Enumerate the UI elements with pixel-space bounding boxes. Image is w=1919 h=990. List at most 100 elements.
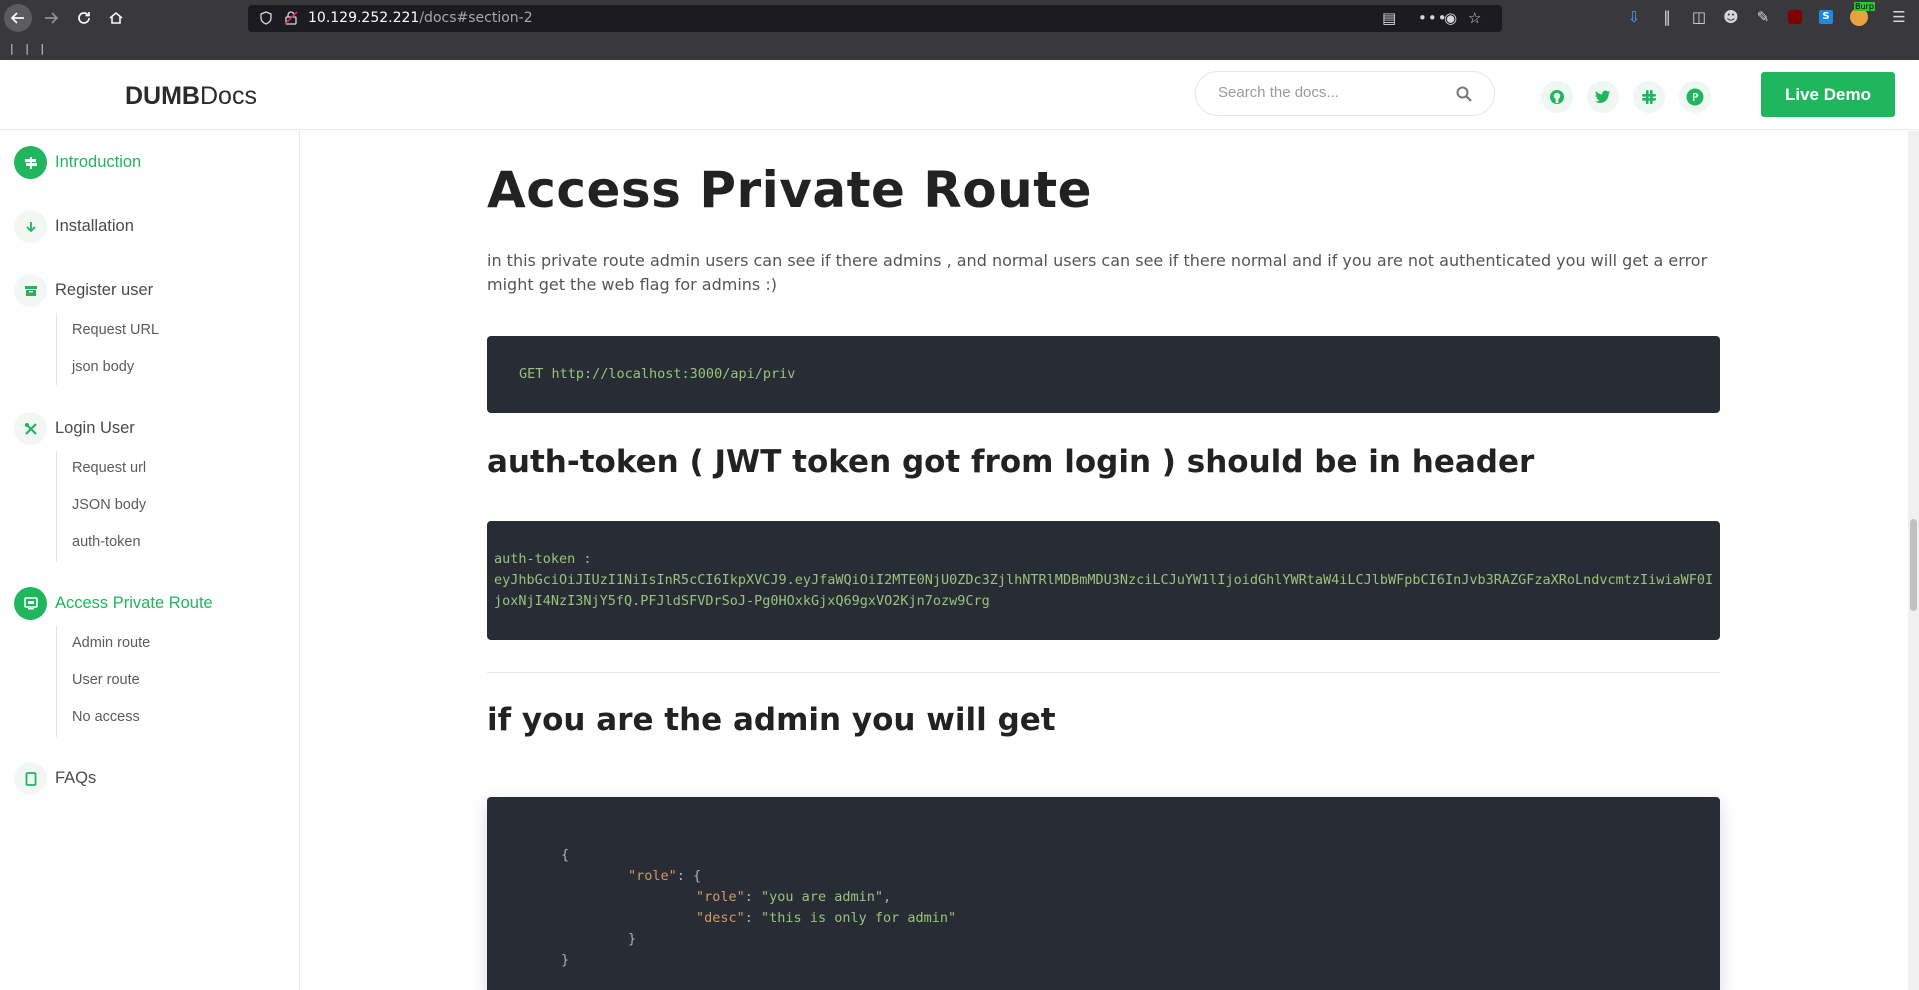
product-hunt-icon xyxy=(1686,88,1704,106)
json-value: "this is only for admin" xyxy=(761,910,957,926)
json-open-brace: { xyxy=(561,847,570,863)
reload-icon xyxy=(78,12,90,24)
sidebar-label: Register user xyxy=(55,281,154,299)
auth-token-heading: auth-token ( JWT token got from login ) … xyxy=(487,444,1535,480)
burp-badge: Burp xyxy=(1854,2,1875,11)
sidebar-subitem-admin-route[interactable]: Admin route xyxy=(72,635,150,651)
url-text[interactable]: 10.129.252.221/docs#section-2 xyxy=(308,10,533,26)
bookmarks-separator-icon: | | | xyxy=(10,42,49,55)
sidebar-item-access-private-route[interactable]: Access Private Route xyxy=(14,587,213,620)
section-divider xyxy=(487,672,1720,673)
sidebar-label: Access Private Route xyxy=(55,594,213,612)
bookmark-star-icon[interactable]: ☆ xyxy=(1468,9,1481,27)
url-host: 10.129.252.221 xyxy=(308,10,420,26)
insecure-lock-icon[interactable] xyxy=(284,11,298,25)
burp-extension-icon[interactable]: Burp xyxy=(1848,2,1875,28)
sidebar-label: Installation xyxy=(55,217,134,235)
extension-pencil-icon[interactable]: ✎ xyxy=(1752,6,1774,28)
slack-icon xyxy=(1642,90,1656,104)
sidebar-label: FAQs xyxy=(55,769,97,787)
sidebar-label: Introduction xyxy=(55,153,142,171)
json-line-inner-desc: "desc": "this is only for admin" xyxy=(696,910,957,926)
request-code: GET http://localhost:3000/api/priv xyxy=(519,366,796,382)
reload-button[interactable] xyxy=(70,4,98,32)
admin-response-heading: if you are the admin you will get xyxy=(487,702,1056,738)
downloads-icon[interactable]: ⇩ xyxy=(1623,6,1645,28)
register-user-subnav: Request URL json body xyxy=(56,313,159,385)
auth-token-label: auth-token : xyxy=(494,551,592,567)
address-bar[interactable]: 10.129.252.221/docs#section-2 ▤ ••• ◉ ☆ xyxy=(248,5,1502,32)
access-private-route-subnav: Admin route User route No access xyxy=(56,626,150,737)
pocket-icon[interactable]: ◉ xyxy=(1444,9,1457,27)
twitter-icon xyxy=(1595,90,1610,103)
sidebar-subitem-no-access[interactable]: No access xyxy=(72,709,140,725)
bookmarks-toolbar: | | | xyxy=(0,36,1919,60)
json-close-brace: } xyxy=(561,952,570,968)
scrollbar-thumb[interactable] xyxy=(1910,519,1917,611)
docs-sidebar: Introduction Installation Register user … xyxy=(0,131,300,990)
back-button[interactable] xyxy=(4,4,32,32)
sidebar-item-installation[interactable]: Installation xyxy=(14,210,134,243)
json-key: "role" xyxy=(696,889,745,905)
browser-chrome: 10.129.252.221/docs#section-2 ▤ ••• ◉ ☆ … xyxy=(0,0,1919,60)
json-key: "role" xyxy=(628,868,677,884)
twitter-link[interactable] xyxy=(1587,81,1619,113)
json-close-inner: } xyxy=(628,931,637,947)
sidebar-item-introduction[interactable]: Introduction xyxy=(14,146,141,179)
login-user-subnav: Request url JSON body auth-token xyxy=(56,451,146,562)
screen-icon xyxy=(14,587,47,620)
sidebar-toggle-icon[interactable]: ◫ xyxy=(1688,6,1710,28)
sidebar-label: Login User xyxy=(55,419,135,437)
sidebar-item-faqs[interactable]: FAQs xyxy=(14,762,96,795)
tools-icon xyxy=(14,412,47,445)
logo-bold: DUMB xyxy=(125,82,200,110)
home-icon xyxy=(109,11,123,24)
json-line-role: "role": { xyxy=(628,868,702,884)
search-box xyxy=(1195,71,1495,116)
sidebar-subitem-request-url[interactable]: Request URL xyxy=(72,322,159,338)
menu-icon[interactable]: ☰ xyxy=(1888,6,1910,28)
forward-button[interactable] xyxy=(37,4,65,32)
arrow-down-icon xyxy=(14,210,47,243)
auth-token-value: eyJhbGciOiJIUzI1NiIsInR5cCI6IkpXVCJ9.eyJ… xyxy=(494,572,1714,609)
docs-main-content: Access Private Route in this private rou… xyxy=(487,131,1720,990)
github-icon xyxy=(1550,90,1564,104)
url-path: /docs#section-2 xyxy=(419,10,533,26)
arrow-left-icon xyxy=(10,12,24,24)
tracking-shield-icon[interactable] xyxy=(260,11,272,25)
live-demo-button[interactable]: Live Demo xyxy=(1761,72,1895,117)
sidebar-item-register-user[interactable]: Register user xyxy=(14,274,153,307)
sidebar-subitem-request-url[interactable]: Request url xyxy=(72,460,146,476)
sidebar-subitem-user-route[interactable]: User route xyxy=(72,672,140,688)
site-header: DUMBDocs Live Demo xyxy=(0,60,1919,130)
box-icon xyxy=(14,274,47,307)
reader-view-icon[interactable]: ▤ xyxy=(1382,9,1396,27)
sidebar-subitem-json-body[interactable]: json body xyxy=(72,359,134,375)
sidebar-item-login-user[interactable]: Login User xyxy=(14,412,135,445)
map-signs-icon xyxy=(14,146,47,179)
site-logo[interactable]: DUMBDocs xyxy=(125,82,257,111)
section-intro: in this private route admin users can se… xyxy=(487,251,1708,294)
tablet-icon xyxy=(14,762,47,795)
github-link[interactable] xyxy=(1541,81,1573,113)
account-icon[interactable]: ☻ xyxy=(1720,6,1742,28)
json-key: "desc" xyxy=(696,910,745,926)
admin-response-code-block: { "role": { "role": "you are admin", "de… xyxy=(487,797,1720,990)
page-scrollbar[interactable] xyxy=(1908,131,1919,990)
browser-toolbar: 10.129.252.221/docs#section-2 ▤ ••• ◉ ☆ … xyxy=(0,0,1919,36)
arrow-right-icon xyxy=(45,12,59,24)
library-icon[interactable]: ‖ xyxy=(1656,6,1678,28)
search-input[interactable] xyxy=(1218,84,1438,101)
ublock-icon[interactable] xyxy=(1784,6,1806,28)
slack-link[interactable] xyxy=(1633,81,1665,113)
auth-token-code-block: auth-token : eyJhbGciOiJIUzI1NiIsInR5cCI6… xyxy=(487,521,1720,640)
page-title: Access Private Route xyxy=(487,161,1093,219)
search-icon[interactable] xyxy=(1456,86,1472,102)
sidebar-subitem-json-body[interactable]: JSON body xyxy=(72,497,146,513)
product-hunt-link[interactable] xyxy=(1679,81,1711,113)
extension-s-icon[interactable]: S xyxy=(1815,6,1837,28)
json-line-inner-role: "role": "you are admin", xyxy=(696,889,892,905)
json-value: "you are admin" xyxy=(761,889,883,905)
sidebar-subitem-auth-token[interactable]: auth-token xyxy=(72,534,141,550)
home-button[interactable] xyxy=(102,4,130,32)
